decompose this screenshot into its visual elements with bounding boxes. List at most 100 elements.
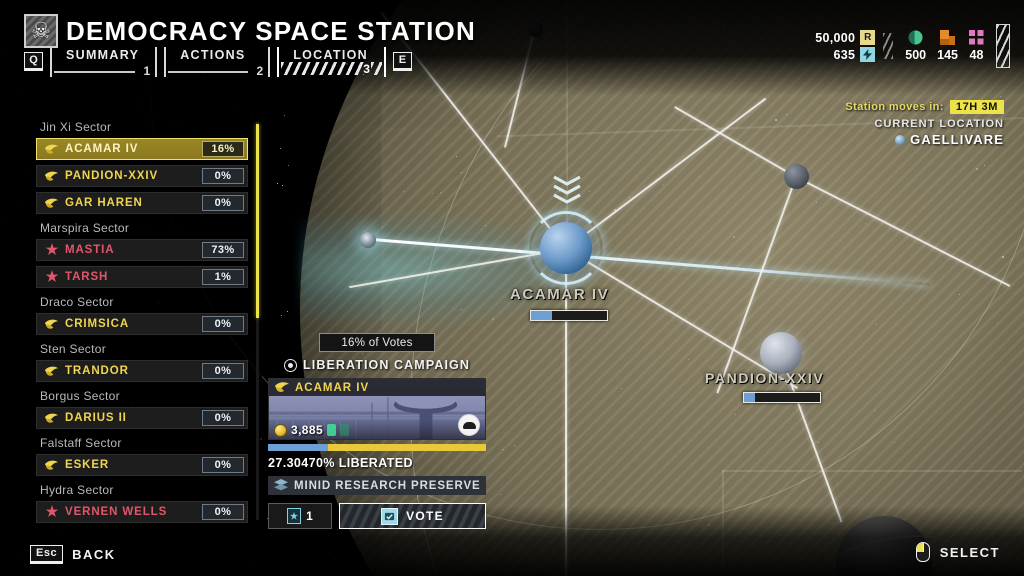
objective-stack-icon [550,170,584,215]
orange-block-icon [940,30,956,45]
currency-primary: 50,000 R [815,30,876,45]
station-info: Station moves in: 17H 3M CURRENT LOCATIO… [845,100,1004,147]
planet-liberation-percent: 16% [202,141,244,157]
planet-list-item[interactable]: PANDION-XXIV 0% [36,165,248,187]
campaign-panel: 16% of Votes LIBERATION CAMPAIGN ACAMAR … [268,333,486,529]
planet-list-item[interactable]: CRIMSICA 0% [36,313,248,335]
campaign-card-header: ACAMAR IV [269,379,485,396]
mouse-left-click-icon [915,542,930,562]
planet-list[interactable]: Jin Xi Sector ACAMAR IV 16% PANDION-XXIV 0% G… [36,120,248,528]
campaign-card-footer: 3,885 [269,421,485,439]
planet-liberation-percent: 0% [202,316,244,332]
helldiver-count-icon-dim [340,424,350,436]
planet-list-item[interactable]: TRANDOR 0% [36,360,248,382]
station-move-label: Station moves in: [845,101,944,113]
terminid-icon [275,382,289,392]
campaign-card-planet: ACAMAR IV [295,381,370,394]
campaign-seal-icon [458,414,480,436]
sector-gridline [722,470,1022,472]
resource-separator [883,33,894,59]
planet-list-item[interactable]: VERNEN WELLS 0% [36,501,248,523]
select-label: SELECT [939,544,1000,560]
planet-liberation-percent: 0% [202,168,244,184]
layers-icon [274,479,288,491]
map-node-liberation-fill [744,393,755,402]
currency-group: 50,000 R 635 [815,30,876,62]
tab-actions[interactable]: ACTIONS 2 [164,47,271,78]
tab-active-hatch [281,62,364,75]
planet-list-item[interactable]: ACAMAR IV 16% [36,138,248,160]
automaton-icon [44,243,59,257]
tab-location-label: LOCATION [293,48,368,62]
planet-liberation-percent: 0% [202,195,244,211]
planet-list-scrollbar-thumb[interactable] [256,124,259,318]
sector-header: Draco Sector [40,295,114,309]
vote-button[interactable]: VOTE [339,503,486,529]
prev-tab-key[interactable]: Q [24,52,43,71]
station-move-time: 17H 3M [949,100,1004,114]
ballot-count-value: 1 [306,509,313,523]
campaign-title: LIBERATION CAMPAIGN [303,358,470,372]
terminid-icon [44,142,59,156]
campaign-card[interactable]: ACAMAR IV 3,885 [268,378,486,440]
vote-button-label: VOTE [406,509,444,523]
tab-summary-label: SUMMARY [66,48,140,62]
votes-badge: 16% of Votes [319,333,435,352]
next-tab-key[interactable]: E [392,52,412,71]
sector-header: Hydra Sector [40,483,114,497]
skull-icon: ☠ [24,14,58,48]
sector-header: Jin Xi Sector [40,120,112,134]
map-node-liberation-bar [743,392,821,403]
campaign-actions: 1 VOTE [268,503,486,529]
map-node-liberation-fill [531,311,552,320]
current-location-row: GAELLIVARE [845,132,1004,147]
sample-common: 500 [905,30,926,62]
ballot-count-button[interactable]: 1 [268,503,332,529]
sample-common-value: 500 [905,48,927,62]
planet-list-item[interactable]: GAR HAREN 0% [36,192,248,214]
tab-location[interactable]: LOCATION 3 [277,47,386,77]
current-location-name: GAELLIVARE [910,132,1004,147]
liberation-percent-text: 27.30470% LIBERATED [268,456,413,470]
esc-key-icon: Esc [30,545,64,564]
page-title: DEMOCRACY SPACE STATION [66,16,476,46]
automaton-icon [44,270,59,284]
planet-name: TARSH [65,271,109,283]
planet-list-item[interactable]: TARSH 1% [36,266,248,288]
campaign-tag: MINID RESEARCH PRESERVE [268,476,486,495]
planet-list-item[interactable]: MASTIA 73% [36,239,248,261]
planet-liberation-percent: 0% [202,457,244,473]
sample-rare-value: 145 [937,48,958,62]
liberation-progress-bar [268,444,486,451]
vote-icon [381,507,399,525]
tab-location-number: 3 [363,62,370,76]
map-node-label: ACAMAR IV [510,286,610,303]
helldiver-count-icon [327,424,337,436]
planet-icon [895,134,906,145]
pink-grid-icon [969,30,984,45]
ballot-icon [287,508,302,524]
campaign-tag-text: MINID RESEARCH PRESERVE [294,479,481,492]
planet-list-item[interactable]: DARIUS II 0% [36,407,248,429]
terminid-icon [44,317,59,331]
sample-super-value: 48 [969,48,984,62]
terminid-icon [44,196,59,210]
station-move-timer: Station moves in: 17H 3M [845,100,1004,114]
campaign-reward-amount: 3,885 [291,423,324,437]
comet-head [360,232,376,248]
selection-ring [529,211,603,285]
current-location-label: CURRENT LOCATION [874,118,1004,130]
tab-bar: Q SUMMARY 1 ACTIONS 2 LOCATION 3 E [24,47,412,78]
sector-header: Marspira Sector [40,221,130,235]
terminid-icon [44,411,59,425]
tab-actions-number: 2 [256,64,264,78]
tab-summary[interactable]: SUMMARY 1 [50,47,158,78]
planet-list-item[interactable]: ESKER 0% [36,454,248,476]
tab-active-hatch-end [370,62,382,75]
target-icon [284,358,298,372]
planet-name: VERNEN WELLS [65,506,168,518]
footer-select[interactable]: SELECT [915,542,1000,562]
footer-back[interactable]: Esc BACK [30,545,116,564]
sample-group: 500 145 48 [901,30,988,62]
sphere-split-icon [908,30,923,45]
